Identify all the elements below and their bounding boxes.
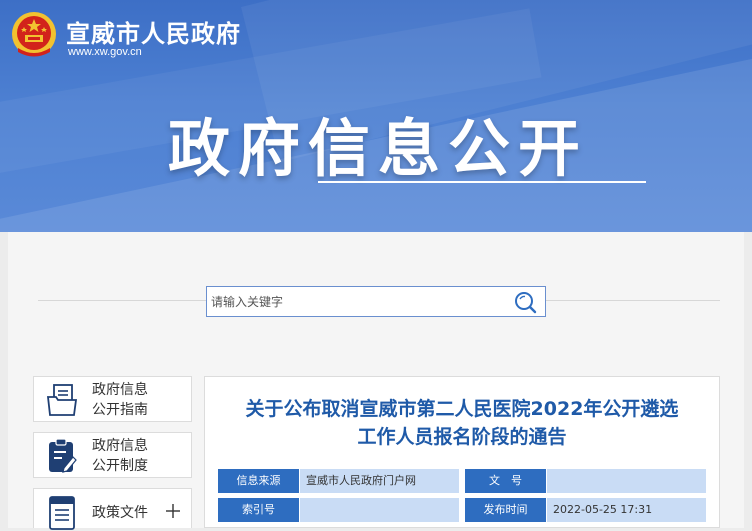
header-banner: 宣威市人民政府 www.xw.gov.cn 政府信息公开 [0, 0, 752, 232]
meta-source-value: 宣威市人民政府门户网 [300, 469, 459, 493]
meta-date-value: 2022-05-25 17:31 [547, 498, 706, 522]
meta-docno-value [547, 469, 706, 493]
clipboard-edit-icon [49, 438, 77, 473]
search-input[interactable] [207, 287, 505, 316]
meta-index-value [300, 498, 459, 522]
search-button[interactable] [505, 287, 545, 316]
sidebar-item-label: 政府信息 公开制度 [92, 438, 148, 474]
sidebar-item-label: 政府信息 公开指南 [92, 382, 148, 418]
sidebar-item-guide[interactable]: 政府信息 公开指南 [33, 376, 192, 422]
plus-icon[interactable] [165, 503, 181, 519]
folder-document-icon [46, 384, 78, 416]
meta-docno-label: 文 号 [465, 469, 546, 493]
national-emblem-icon [12, 12, 56, 57]
meta-source-label: 信息来源 [218, 469, 299, 493]
sidebar-item-label: 政策文件 [92, 505, 148, 521]
site-url[interactable]: www.xw.gov.cn [68, 46, 142, 58]
search-icon [515, 291, 537, 313]
sidebar-item-policy[interactable]: 政策文件 [33, 488, 192, 530]
page-title: 政府信息公开 [168, 112, 589, 185]
document-list-icon [49, 496, 75, 530]
site-name[interactable]: 宣威市人民政府 [66, 14, 241, 49]
meta-index-label: 索引号 [218, 498, 299, 522]
title-underline [318, 181, 646, 183]
article-title: 关于公布取消宣威市第二人民医院2022年公开遴选 工作人员报名阶段的通告 [245, 398, 679, 448]
sidebar-item-system[interactable]: 政府信息 公开制度 [33, 432, 192, 478]
search-box [206, 286, 546, 317]
meta-date-label: 发布时间 [465, 498, 546, 522]
